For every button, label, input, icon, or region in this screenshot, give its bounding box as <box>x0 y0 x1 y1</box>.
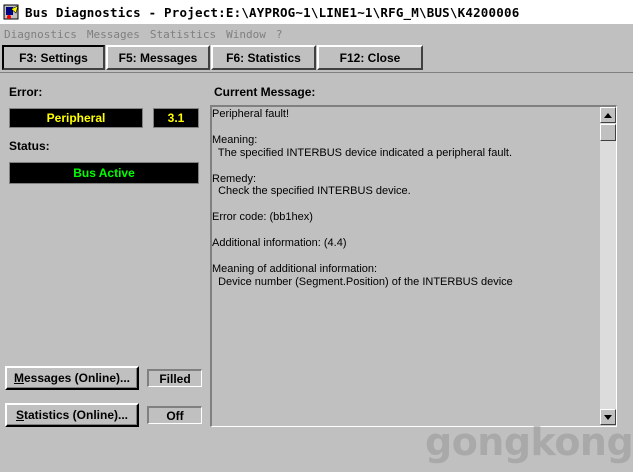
toolbar-divider <box>0 72 633 73</box>
message-line: Device number (Segment.Position) of the … <box>212 275 513 288</box>
tab-close[interactable]: F12: Close <box>317 45 423 70</box>
message-line: Meaning: <box>212 133 258 146</box>
message-line <box>212 160 597 173</box>
tab-statistics[interactable]: F6: Statistics <box>211 45 316 70</box>
title-bar: Bus Diagnostics - Project:E:\AYPROG~1\LI… <box>0 0 633 24</box>
menu-window[interactable]: Window <box>226 28 266 41</box>
message-line <box>212 198 597 211</box>
message-line: Error code: (bb1hex) <box>212 211 313 224</box>
status-label: Status: <box>9 139 50 153</box>
tab-messages[interactable]: F5: Messages <box>106 45 210 70</box>
message-line: The specified INTERBUS device indicated … <box>212 146 513 159</box>
message-line: Additional information: (4.4) <box>212 237 347 250</box>
message-line: Peripheral fault! <box>212 108 290 120</box>
menu-diagnostics[interactable]: Diagnostics <box>4 28 77 41</box>
error-code-display: 3.1 <box>153 108 199 128</box>
window-title: Bus Diagnostics - Project:E:\AYPROG~1\LI… <box>25 4 520 20</box>
message-line <box>212 224 597 237</box>
menu-statistics[interactable]: Statistics <box>150 28 216 41</box>
app-icon <box>3 3 21 21</box>
arrow-up-icon <box>604 112 612 118</box>
arrow-down-icon <box>604 414 612 420</box>
error-value-display: Peripheral <box>9 108 143 128</box>
statistics-online-hotkey: S <box>15 408 24 422</box>
menu-help[interactable]: ? <box>276 28 283 41</box>
current-message-text: Peripheral fault! Meaning: The specified… <box>212 108 597 289</box>
message-scrollbar[interactable] <box>600 107 616 425</box>
messages-online-state: Filled <box>147 369 202 387</box>
scroll-thumb[interactable] <box>600 124 616 141</box>
messages-online-hotkey: M <box>13 371 24 385</box>
message-line: Remedy: <box>212 172 257 185</box>
message-line: Check the specified INTERBUS device. <box>212 185 411 198</box>
status-value-display: Bus Active <box>9 162 199 184</box>
error-label: Error: <box>9 85 43 99</box>
tab-settings[interactable]: F3: Settings <box>2 45 105 70</box>
current-message-label: Current Message: <box>214 85 316 99</box>
statistics-online-button[interactable]: Statistics (Online)... <box>5 403 139 427</box>
message-line: Meaning of additional information: <box>212 262 378 275</box>
watermark-text: gongkong <box>425 420 633 464</box>
messages-online-button[interactable]: Messages (Online)... <box>5 366 139 390</box>
statistics-online-button-label: tatistics (Online)... <box>24 408 129 422</box>
menu-bar: Diagnostics Messages Statistics Window ? <box>0 26 633 42</box>
message-line <box>212 250 597 263</box>
scroll-up-button[interactable] <box>600 107 616 123</box>
messages-online-button-label: essages (Online)... <box>23 371 131 385</box>
menu-messages[interactable]: Messages <box>87 28 140 41</box>
statistics-online-state: Off <box>147 406 202 424</box>
message-line <box>212 121 597 134</box>
